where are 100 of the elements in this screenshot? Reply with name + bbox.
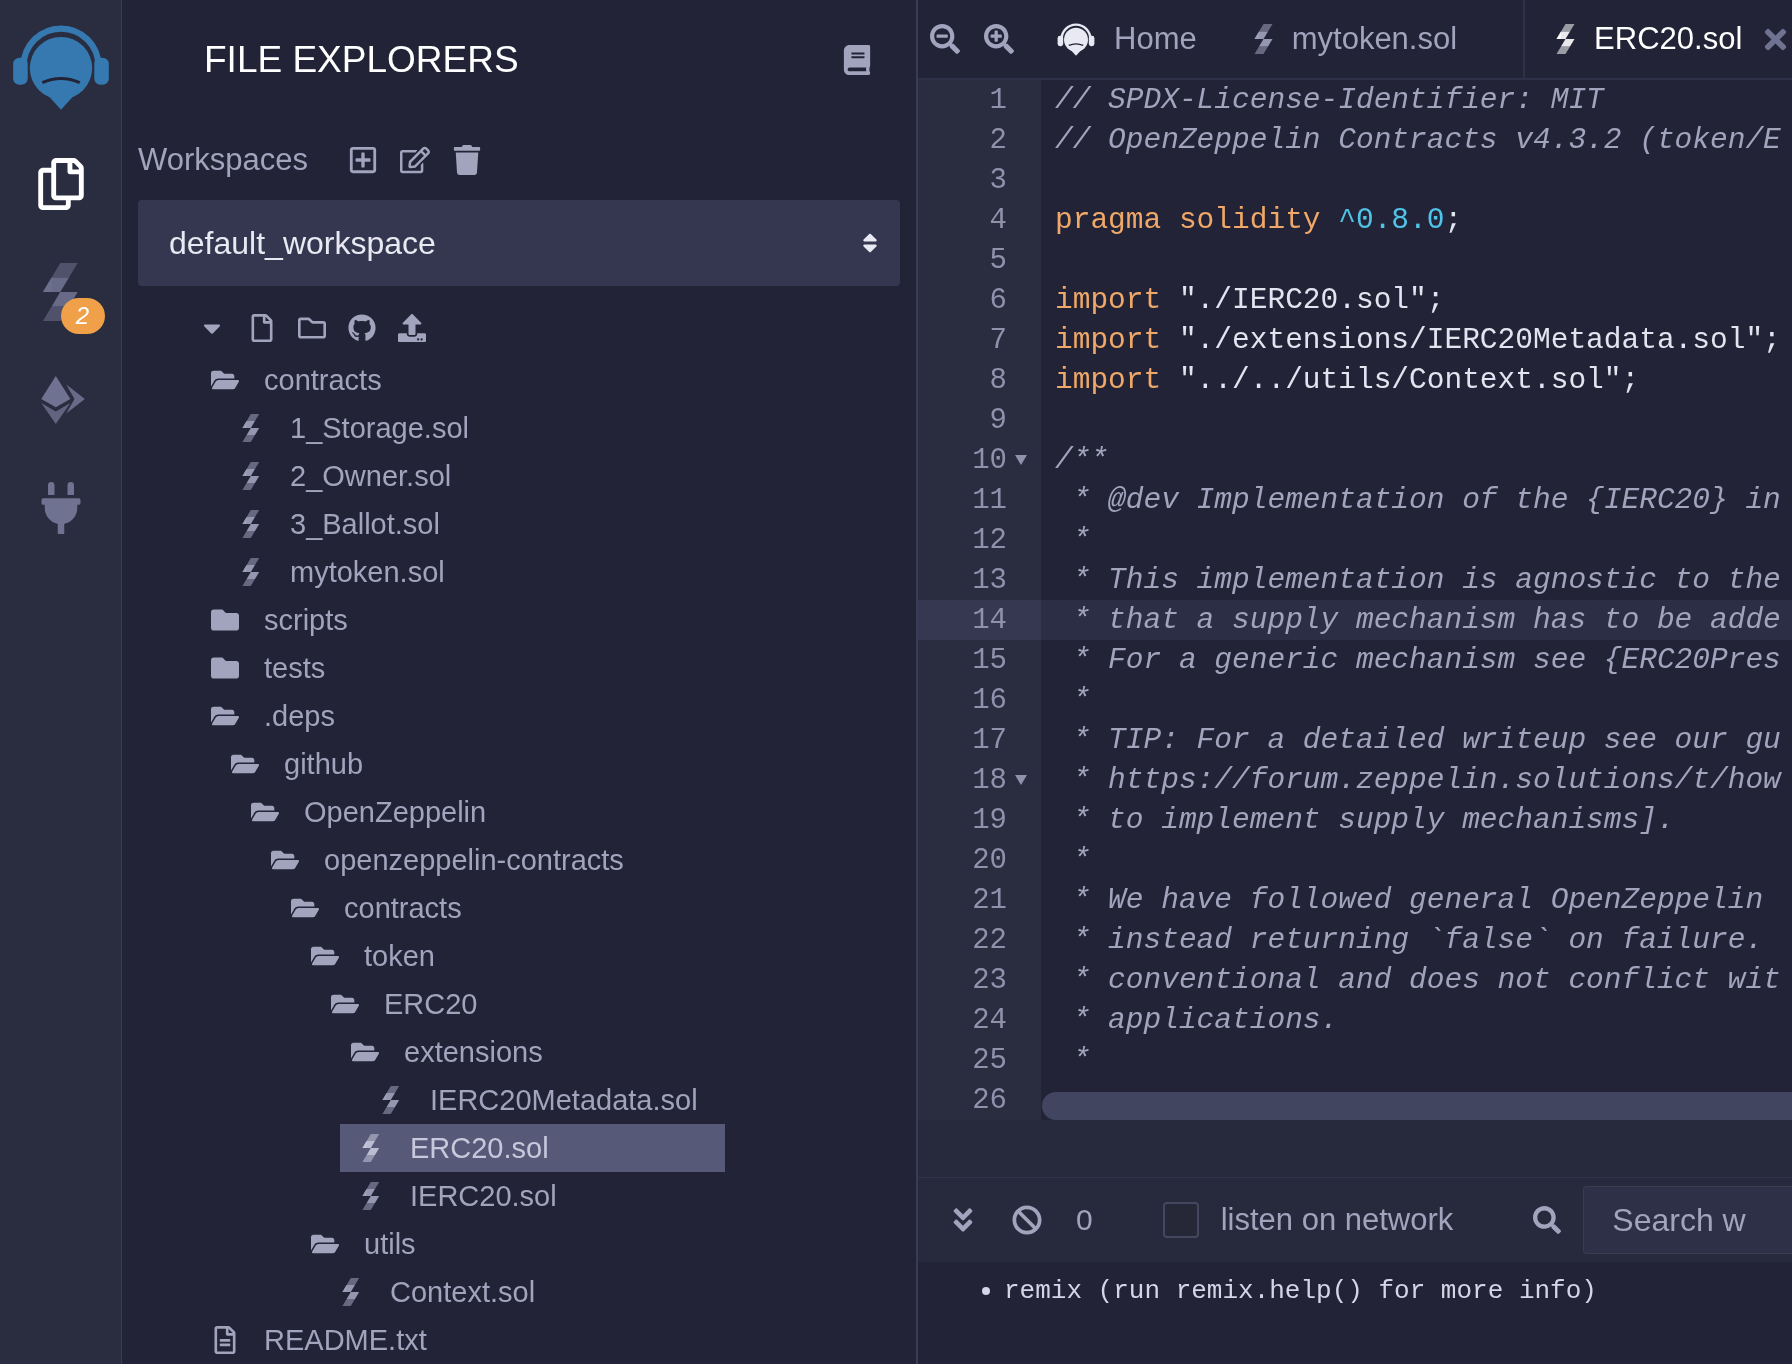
code-line: * bbox=[1071, 1043, 1091, 1077]
folder-item[interactable]: .deps bbox=[194, 692, 579, 740]
file-item[interactable]: README.txt bbox=[194, 1316, 579, 1364]
line-number: 4 bbox=[989, 203, 1007, 237]
add-icon[interactable] bbox=[348, 145, 378, 175]
solidity-icon bbox=[241, 462, 261, 490]
line-number: 3 bbox=[989, 163, 1007, 197]
code-line: import "../../utils/Context.sol"; bbox=[1054, 363, 1640, 397]
folder-item[interactable]: OpenZeppelin bbox=[234, 788, 619, 836]
code-line: * that a supply mechanism has to be adde bbox=[1071, 603, 1781, 637]
line-number: 24 bbox=[972, 1003, 1007, 1037]
edit-icon[interactable] bbox=[400, 145, 430, 175]
code-line: * bbox=[1071, 523, 1091, 557]
line-number: 12 bbox=[972, 523, 1007, 557]
folder-item[interactable]: utils bbox=[294, 1220, 679, 1268]
folder-item[interactable]: openzeppelin-contracts bbox=[254, 836, 639, 884]
line-number: 19 bbox=[972, 803, 1007, 837]
solidity-icon bbox=[381, 1086, 401, 1114]
code-line: * https://forum.zeppelin.solutions/t/how bbox=[1071, 763, 1781, 797]
file-item[interactable]: IERC20.sol bbox=[340, 1172, 725, 1220]
tab-label: Home bbox=[1114, 21, 1197, 57]
folder-item[interactable]: contracts bbox=[274, 884, 659, 932]
solidity-icon bbox=[361, 1182, 381, 1210]
code-line: * For a generic mechanism see {ERC20Pres bbox=[1071, 643, 1781, 677]
line-number: 20 bbox=[972, 843, 1007, 877]
search-field[interactable]: Search w bbox=[1583, 1186, 1792, 1254]
folder-item[interactable]: token bbox=[294, 932, 679, 980]
line-number: 15 bbox=[972, 643, 1007, 677]
file-item[interactable]: 1_Storage.sol bbox=[220, 404, 605, 452]
solidity-icon bbox=[1252, 24, 1274, 54]
listen-label: listen on network bbox=[1220, 1202, 1454, 1238]
code-line: /** bbox=[1054, 443, 1109, 477]
file-item[interactable]: mytoken.sol bbox=[220, 548, 605, 596]
terminal-output: remix (run remix.help() for more info) bbox=[1004, 1276, 1597, 1306]
folder-item[interactable]: github bbox=[214, 740, 599, 788]
file-item[interactable]: ERC20.sol bbox=[340, 1124, 725, 1172]
code-line: // OpenZeppelin Contracts v4.3.2 (token/E bbox=[1054, 123, 1781, 157]
code-line: * We have followed general OpenZeppelin bbox=[1071, 883, 1764, 917]
code-line: * conventional and does not conflict wit bbox=[1071, 963, 1781, 997]
solidity-icon bbox=[241, 510, 261, 538]
notification-badge: 2 bbox=[60, 298, 105, 334]
line-number: 10 bbox=[972, 443, 1007, 477]
solidity-icon bbox=[1555, 24, 1577, 54]
file-item[interactable]: IERC20Metadata.sol bbox=[360, 1076, 745, 1124]
code-line: import "./IERC20.sol"; bbox=[1054, 283, 1445, 317]
line-number: 9 bbox=[989, 403, 1007, 437]
editor-tab[interactable]: Home bbox=[1026, 0, 1223, 78]
code-line: // SPDX-License-Identifier: MIT bbox=[1054, 83, 1604, 117]
folder-item[interactable]: ERC20 bbox=[314, 980, 699, 1028]
line-number: 6 bbox=[989, 283, 1007, 317]
line-number: 25 bbox=[972, 1043, 1007, 1077]
log-count: 0 bbox=[1076, 1203, 1093, 1237]
code-line: * @dev Implementation of the {IERC20} in bbox=[1071, 483, 1781, 517]
code-line: * instead returning `false` on failure. bbox=[1071, 923, 1764, 957]
fold-arrow-icon[interactable] bbox=[1015, 455, 1027, 465]
solidity-icon bbox=[361, 1134, 381, 1162]
code-line: * This implementation is agnostic to the bbox=[1071, 563, 1781, 597]
line-number: 21 bbox=[972, 883, 1007, 917]
folder-item[interactable]: contracts bbox=[194, 356, 579, 404]
solidity-icon bbox=[341, 1278, 361, 1306]
clear-button[interactable] bbox=[1012, 1205, 1042, 1235]
folder-item[interactable]: extensions bbox=[334, 1028, 719, 1076]
upload-icon[interactable] bbox=[398, 314, 426, 342]
trash-icon[interactable] bbox=[452, 145, 482, 175]
code-line: * bbox=[1071, 843, 1091, 877]
line-number: 26 bbox=[972, 1083, 1007, 1117]
github-icon[interactable] bbox=[348, 314, 376, 342]
editor-tab[interactable]: mytoken.sol bbox=[1222, 0, 1484, 78]
line-number: 13 bbox=[972, 563, 1007, 597]
code-line: import "./extensions/IERC20Metadata.sol"; bbox=[1054, 323, 1781, 357]
line-number: 7 bbox=[989, 323, 1007, 357]
line-number: 2 bbox=[989, 123, 1007, 157]
fold-arrow-icon[interactable] bbox=[1015, 775, 1027, 785]
bullet-icon bbox=[982, 1287, 990, 1295]
book-icon[interactable] bbox=[842, 45, 872, 75]
file-item[interactable]: 2_Owner.sol bbox=[220, 452, 605, 500]
line-number: 5 bbox=[989, 243, 1007, 277]
file-item[interactable]: Context.sol bbox=[320, 1268, 705, 1316]
workspaces-label: Workspaces bbox=[138, 142, 308, 178]
code-line: * TIP: For a detailed writeup see our gu bbox=[1071, 723, 1781, 757]
tab-label: ERC20.sol bbox=[1594, 21, 1743, 57]
code-line: * to implement supply mechanisms]. bbox=[1071, 803, 1675, 837]
tab-label: mytoken.sol bbox=[1291, 21, 1458, 57]
line-number: 16 bbox=[972, 683, 1007, 717]
line-number: 18 bbox=[972, 763, 1007, 797]
workspace-select[interactable]: default_workspace bbox=[138, 200, 900, 286]
folder-item[interactable]: tests bbox=[194, 644, 579, 692]
solidity-icon bbox=[241, 414, 261, 442]
line-number: 1 bbox=[989, 83, 1007, 117]
file-item[interactable]: 3_Ballot.sol bbox=[220, 500, 605, 548]
line-number: 11 bbox=[972, 483, 1007, 517]
editor-tab[interactable]: ERC20.sol bbox=[1523, 0, 1792, 78]
scrollbar[interactable] bbox=[1042, 1092, 1792, 1120]
solidity-icon bbox=[241, 558, 261, 586]
folder-item[interactable]: scripts bbox=[194, 596, 579, 644]
panel-title: FILE EXPLORERS bbox=[204, 39, 519, 81]
line-number: 14 bbox=[972, 603, 1007, 637]
line-number: 23 bbox=[972, 963, 1007, 997]
listen-checkbox[interactable] bbox=[1162, 1202, 1199, 1238]
search-icon bbox=[1533, 1206, 1562, 1234]
